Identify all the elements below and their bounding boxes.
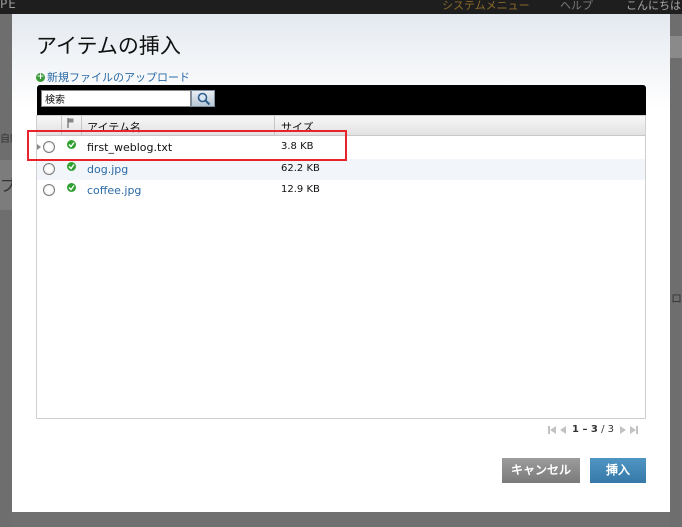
- background-logo: PE: [0, 0, 17, 11]
- background-bottom-area: [12, 512, 670, 527]
- upload-link-label: 新規ファイルのアップロード: [47, 71, 190, 84]
- background-right-area: [670, 14, 682, 527]
- background-right-glyph: ロ: [671, 292, 682, 305]
- highlight-annotation: [27, 130, 347, 161]
- list-item[interactable]: dog.jpg 62.2 KB: [37, 159, 645, 180]
- page-range: 1 – 3 / 3: [572, 424, 614, 435]
- published-check-icon: [67, 183, 76, 192]
- item-size: 12.9 KB: [281, 184, 320, 195]
- background-greeting: こんにちは: [626, 0, 681, 12]
- background-left-area: [0, 14, 12, 527]
- insert-button[interactable]: 挿入: [590, 458, 646, 483]
- page-range-current: 1 – 3: [572, 424, 598, 435]
- background-help-link: ヘルプ: [560, 0, 593, 12]
- select-radio[interactable]: [43, 163, 55, 175]
- first-page-icon[interactable]: [548, 425, 556, 435]
- pagination: 1 – 3 / 3: [548, 424, 638, 435]
- background-right-tab: [670, 36, 682, 58]
- search-icon: [197, 92, 211, 106]
- last-page-icon[interactable]: [630, 425, 638, 435]
- previous-page-icon[interactable]: [558, 425, 566, 435]
- search-bar: [37, 85, 646, 115]
- flag-icon: [67, 118, 74, 128]
- page-total: 3: [607, 424, 614, 435]
- published-check-icon: [67, 162, 76, 171]
- dialog-title: アイテムの挿入: [36, 34, 181, 58]
- background-system-menu: システムメニュー: [442, 0, 530, 12]
- search-input[interactable]: [41, 90, 191, 107]
- item-size: 62.2 KB: [281, 163, 320, 174]
- next-page-icon[interactable]: [620, 425, 628, 435]
- item-name[interactable]: dog.jpg: [87, 163, 128, 176]
- insert-item-dialog: アイテムの挿入 + 新規ファイルのアップロード アイテム名 サイズ: [12, 14, 670, 512]
- upload-new-file-link[interactable]: + 新規ファイルのアップロード: [36, 69, 190, 85]
- plus-circle-icon: +: [36, 71, 45, 82]
- list-item[interactable]: coffee.jpg 12.9 KB: [37, 180, 645, 201]
- cancel-button[interactable]: キャンセル: [502, 458, 580, 483]
- item-name[interactable]: coffee.jpg: [87, 184, 141, 197]
- select-radio[interactable]: [43, 184, 55, 196]
- search-button[interactable]: [191, 90, 215, 107]
